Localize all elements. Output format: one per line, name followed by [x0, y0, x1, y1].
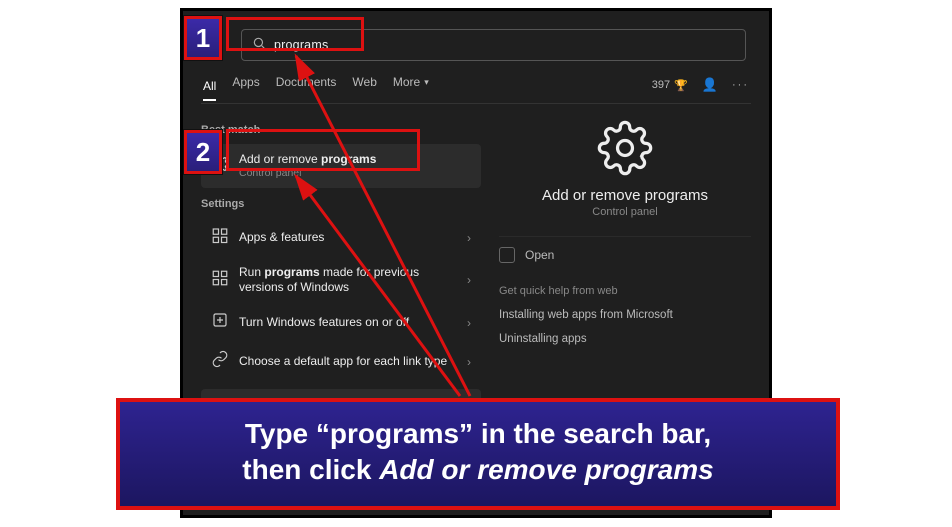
- filter-tabs-row: All Apps Documents Web More ▾ 397 🏆 👤 ··…: [201, 75, 751, 104]
- tab-documents[interactable]: Documents: [276, 75, 337, 95]
- open-action[interactable]: Open: [499, 236, 751, 273]
- best-match-title: Add or remove programs: [239, 152, 376, 167]
- open-label: Open: [525, 248, 554, 262]
- chevron-right-icon: ›: [467, 355, 471, 369]
- open-icon: [499, 247, 515, 263]
- best-match-subtitle: Control panel: [239, 167, 376, 180]
- more-options-icon[interactable]: ···: [732, 79, 749, 91]
- settings-item-icon: [211, 311, 229, 334]
- detail-title: Add or remove programs: [499, 187, 751, 204]
- quick-help-header: Get quick help from web: [499, 285, 751, 297]
- help-link[interactable]: Uninstalling apps: [499, 327, 751, 351]
- rewards-points[interactable]: 397 🏆: [652, 79, 688, 92]
- best-match-result[interactable]: Add or remove programs Control panel: [201, 144, 481, 188]
- search-bar[interactable]: [241, 29, 746, 61]
- settings-item-icon: [211, 350, 229, 373]
- settings-result[interactable]: Choose a default app for each link type ›: [201, 342, 481, 381]
- callout-badge-1: 1: [184, 16, 222, 60]
- tab-more[interactable]: More ▾: [393, 75, 429, 95]
- caption-line-1: Type “programs” in the search bar,: [140, 416, 816, 452]
- chevron-right-icon: ›: [467, 231, 471, 245]
- settings-item-icon: [211, 226, 229, 249]
- rewards-points-value: 397: [652, 79, 670, 91]
- settings-item-title: Choose a default app for each link type: [239, 354, 447, 369]
- caption-line-2: then click Add or remove programs: [140, 452, 816, 488]
- detail-pane: Add or remove programs Control panel Ope…: [499, 114, 751, 381]
- settings-item-title: Run programs made for previous versions …: [239, 265, 457, 295]
- account-icon[interactable]: 👤: [702, 77, 718, 93]
- settings-result[interactable]: Run programs made for previous versions …: [201, 257, 481, 303]
- search-input[interactable]: [274, 38, 735, 52]
- chevron-right-icon: ›: [467, 316, 471, 330]
- tab-apps[interactable]: Apps: [232, 75, 259, 95]
- settings-header: Settings: [201, 198, 481, 210]
- tab-more-label: More: [393, 75, 420, 89]
- settings-item-title: Apps & features: [239, 230, 324, 245]
- trophy-icon: 🏆: [674, 79, 688, 92]
- settings-item-title: Turn Windows features on or off: [239, 315, 409, 330]
- callout-badge-2: 2: [184, 130, 222, 174]
- tab-web[interactable]: Web: [352, 75, 376, 95]
- settings-result[interactable]: Apps & features ›: [201, 218, 481, 257]
- settings-item-icon: [211, 269, 229, 292]
- gear-icon-large: [499, 120, 751, 181]
- instruction-caption: Type “programs” in the search bar, then …: [116, 398, 840, 510]
- best-match-header: Best match: [201, 124, 481, 136]
- chevron-down-icon: ▾: [424, 77, 429, 88]
- tab-all[interactable]: All: [203, 79, 216, 101]
- chevron-right-icon: ›: [467, 273, 471, 287]
- results-column: Best match Add or remove programs Contro…: [201, 114, 481, 381]
- detail-subtitle: Control panel: [499, 206, 751, 218]
- help-link[interactable]: Installing web apps from Microsoft: [499, 303, 751, 327]
- search-icon: [252, 36, 266, 55]
- settings-result[interactable]: Turn Windows features on or off ›: [201, 303, 481, 342]
